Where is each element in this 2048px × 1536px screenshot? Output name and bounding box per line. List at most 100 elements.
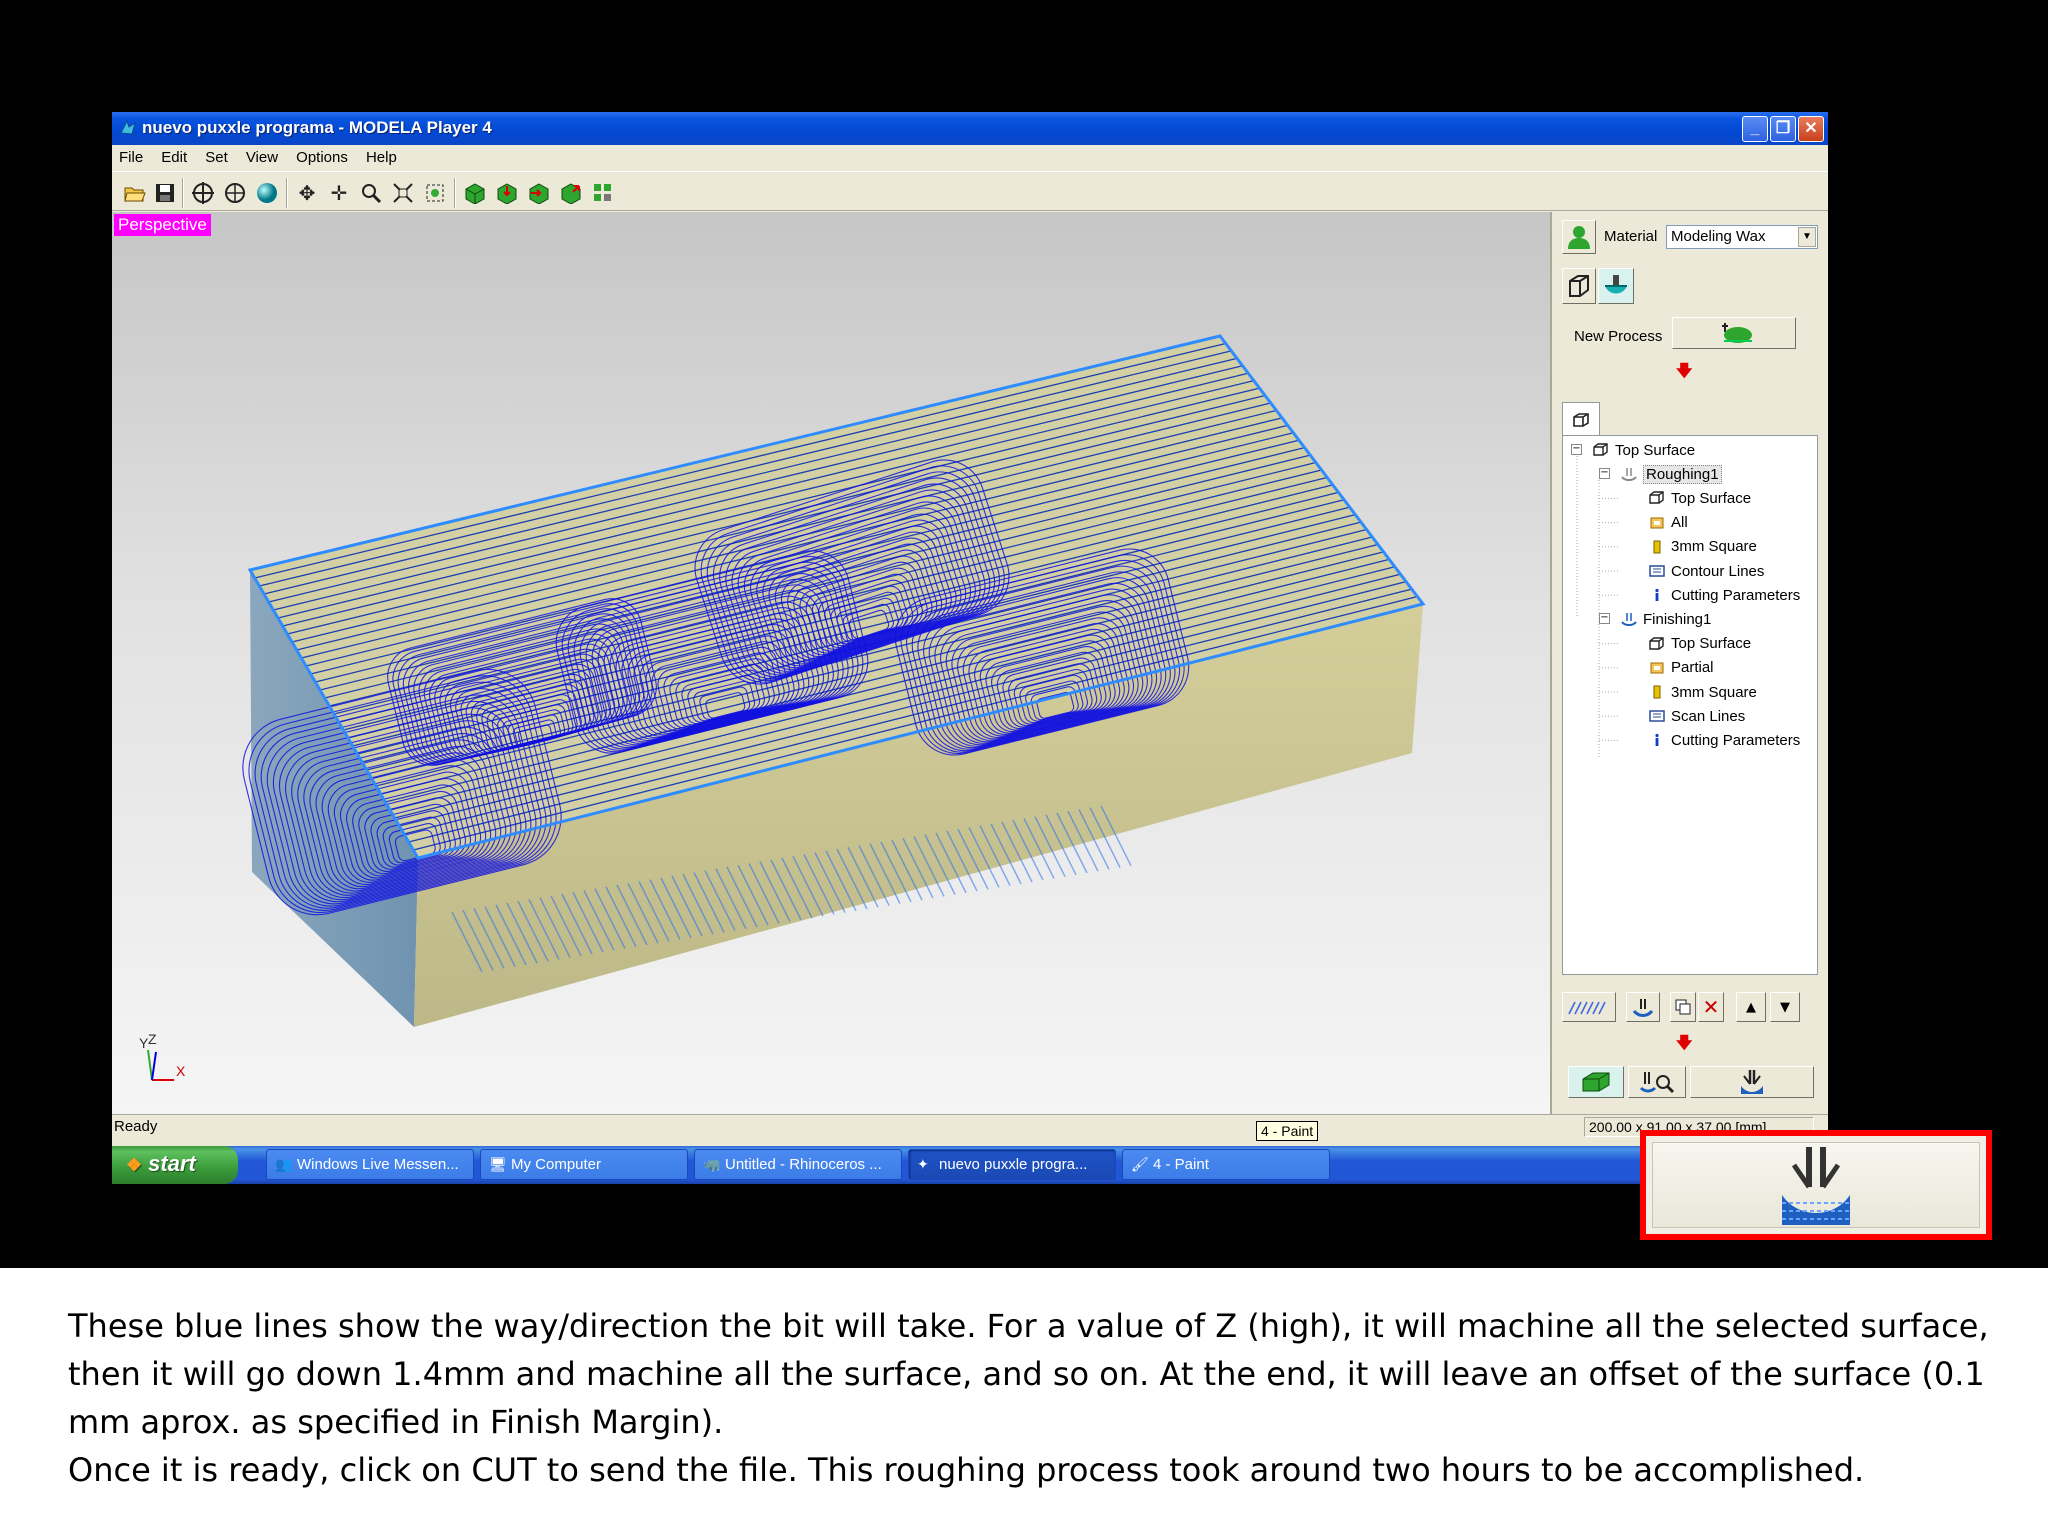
tree-item-label: 3mm Square [1671,683,1757,701]
tree-item-label: All [1671,514,1688,532]
area-icon [1649,661,1665,675]
material-select[interactable]: Modeling Wax ▼ [1666,225,1818,249]
box-side-icon[interactable] [526,180,552,206]
task-paint[interactable]: 🖌 4 - Paint [1122,1149,1330,1180]
process-tree: Top Surface − Roughing1− Top Surface All 3mm … [1562,435,1818,975]
tree-item[interactable]: Scan Lines [1649,706,1745,726]
task-label: Untitled - Rhinoceros ... [725,1156,882,1173]
crosshair-icon[interactable] [190,180,216,206]
task-label: My Computer [511,1156,602,1173]
task-modela[interactable]: ✦ nuevo puxxle progra... [908,1149,1116,1180]
pan-icon[interactable]: ✥ [294,180,320,206]
toolpath-icon [1568,1001,1606,1015]
tree-item-label: Finishing1 [1643,610,1712,628]
task-my-computer[interactable]: 🖥 My Computer [480,1149,688,1180]
tree-item[interactable]: Roughing1 [1621,464,1722,484]
caption-paragraph-1: These blue lines show the way/direction … [68,1307,1989,1441]
window-title: nuevo puxxle programa - MODELA Player 4 [142,118,492,137]
axis-z-label: Z [148,1032,157,1047]
cut-icon [1782,1147,1850,1225]
rotate-view-icon[interactable] [222,180,248,206]
tree-item[interactable]: All [1649,513,1688,533]
tree-item[interactable]: 3mm Square [1649,537,1757,557]
cut-button-zoomed[interactable] [1652,1142,1980,1228]
task-messenger[interactable]: 👥 Windows Live Messen... [266,1149,474,1180]
box-top-icon[interactable] [462,180,488,206]
tree-expander[interactable]: − [1599,613,1610,625]
toolpath-model [242,334,1426,1027]
model-box-button[interactable] [1562,268,1596,304]
delete-icon[interactable]: ✕ [1698,992,1724,1022]
minimize-button[interactable]: _ [1742,116,1768,142]
windows-logo-icon: ❖ [126,1155,143,1175]
title-bar[interactable]: nuevo puxxle programa - MODELA Player 4 … [112,112,1828,145]
start-button[interactable]: ❖ start [112,1146,238,1184]
menu-view[interactable]: View [239,145,284,166]
box-icon [1573,412,1589,427]
tree-item[interactable]: Top Surface [1593,440,1695,460]
move-up-icon[interactable]: ▲ [1736,992,1766,1022]
cut-button-callout [1640,1130,1992,1240]
menu-file[interactable]: File [112,145,149,166]
box-icon [1649,636,1665,651]
open-icon[interactable] [122,180,148,206]
messenger-icon: 👥 [275,1156,293,1172]
cut-button[interactable] [1690,1066,1814,1098]
task-label: nuevo puxxle progra... [939,1156,1088,1173]
tree-expander[interactable]: − [1571,444,1582,455]
preview-button[interactable] [1568,1066,1624,1098]
flow-arrow-icon: 🡇 [1676,361,1693,380]
tree-item[interactable]: Contour Lines [1649,561,1764,581]
tree-expander[interactable]: − [1599,468,1610,480]
tree-item-label: Cutting Parameters [1671,731,1801,749]
menu-help[interactable]: Help [359,145,403,166]
modela-app-icon [120,119,136,135]
axis-triad-icon: Y Z X [139,1032,186,1081]
tool-icon [1649,540,1665,554]
3d-viewport[interactable]: Perspective Y Z X [112,212,1552,1114]
box-icon [1649,491,1665,505]
copy-button[interactable] [1670,992,1696,1022]
box-iso-icon[interactable] [558,180,584,206]
tree-item-label: Top Surface [1671,635,1752,653]
tree-item-label: Roughing1 [1643,464,1722,484]
process-tree-tab[interactable] [1562,402,1600,436]
tree-item[interactable]: Top Surface [1649,488,1751,508]
render-sphere-icon[interactable] [254,180,280,206]
info-icon [1649,733,1665,747]
caption-paragraph-2: Once it is ready, click on CUT to send t… [68,1451,1865,1489]
tree-item[interactable]: Partial [1649,658,1714,678]
status-text: Ready [114,1118,158,1135]
grid-view-icon[interactable] [590,180,616,206]
task-rhinoceros[interactable]: 🦏 Untitled - Rhinoceros ... [694,1149,902,1180]
toolbar: ✥ ✛ [112,171,1828,211]
simulate-button[interactable] [1626,992,1660,1022]
user-material-button[interactable] [1562,220,1596,254]
tree-item-label: Partial [1671,659,1714,677]
tree-item[interactable]: Cutting Parameters [1649,730,1800,750]
restore-button[interactable]: ❐ [1770,116,1796,142]
path-icon [1649,709,1665,723]
tree-item[interactable]: 3mm Square [1649,682,1757,702]
tree-item[interactable]: Finishing1 [1621,609,1711,629]
box-front-icon[interactable] [494,180,520,206]
move-down-icon[interactable]: ▼ [1770,992,1800,1022]
new-process-button[interactable] [1672,317,1796,349]
save-icon[interactable] [152,180,178,206]
magnify-cut-icon [1639,1072,1675,1094]
roughing-icon [1621,467,1637,482]
menu-set[interactable]: Set [198,145,234,166]
cut-preview-icon [1632,999,1654,1017]
tree-item[interactable]: Top Surface [1649,634,1751,654]
move-icon[interactable]: ✛ [326,180,352,206]
preview-cut-button[interactable] [1628,1066,1686,1098]
toolpath-view-button[interactable] [1562,992,1616,1022]
zoom-icon[interactable] [358,180,384,206]
tool-setup-button[interactable] [1598,268,1634,304]
menu-options[interactable]: Options [289,145,354,166]
zoom-window-icon[interactable] [422,180,448,206]
tree-item[interactable]: Cutting Parameters [1649,585,1800,605]
fit-view-icon[interactable] [390,180,416,206]
close-button[interactable]: ✕ [1798,116,1824,142]
menu-edit[interactable]: Edit [154,145,193,166]
